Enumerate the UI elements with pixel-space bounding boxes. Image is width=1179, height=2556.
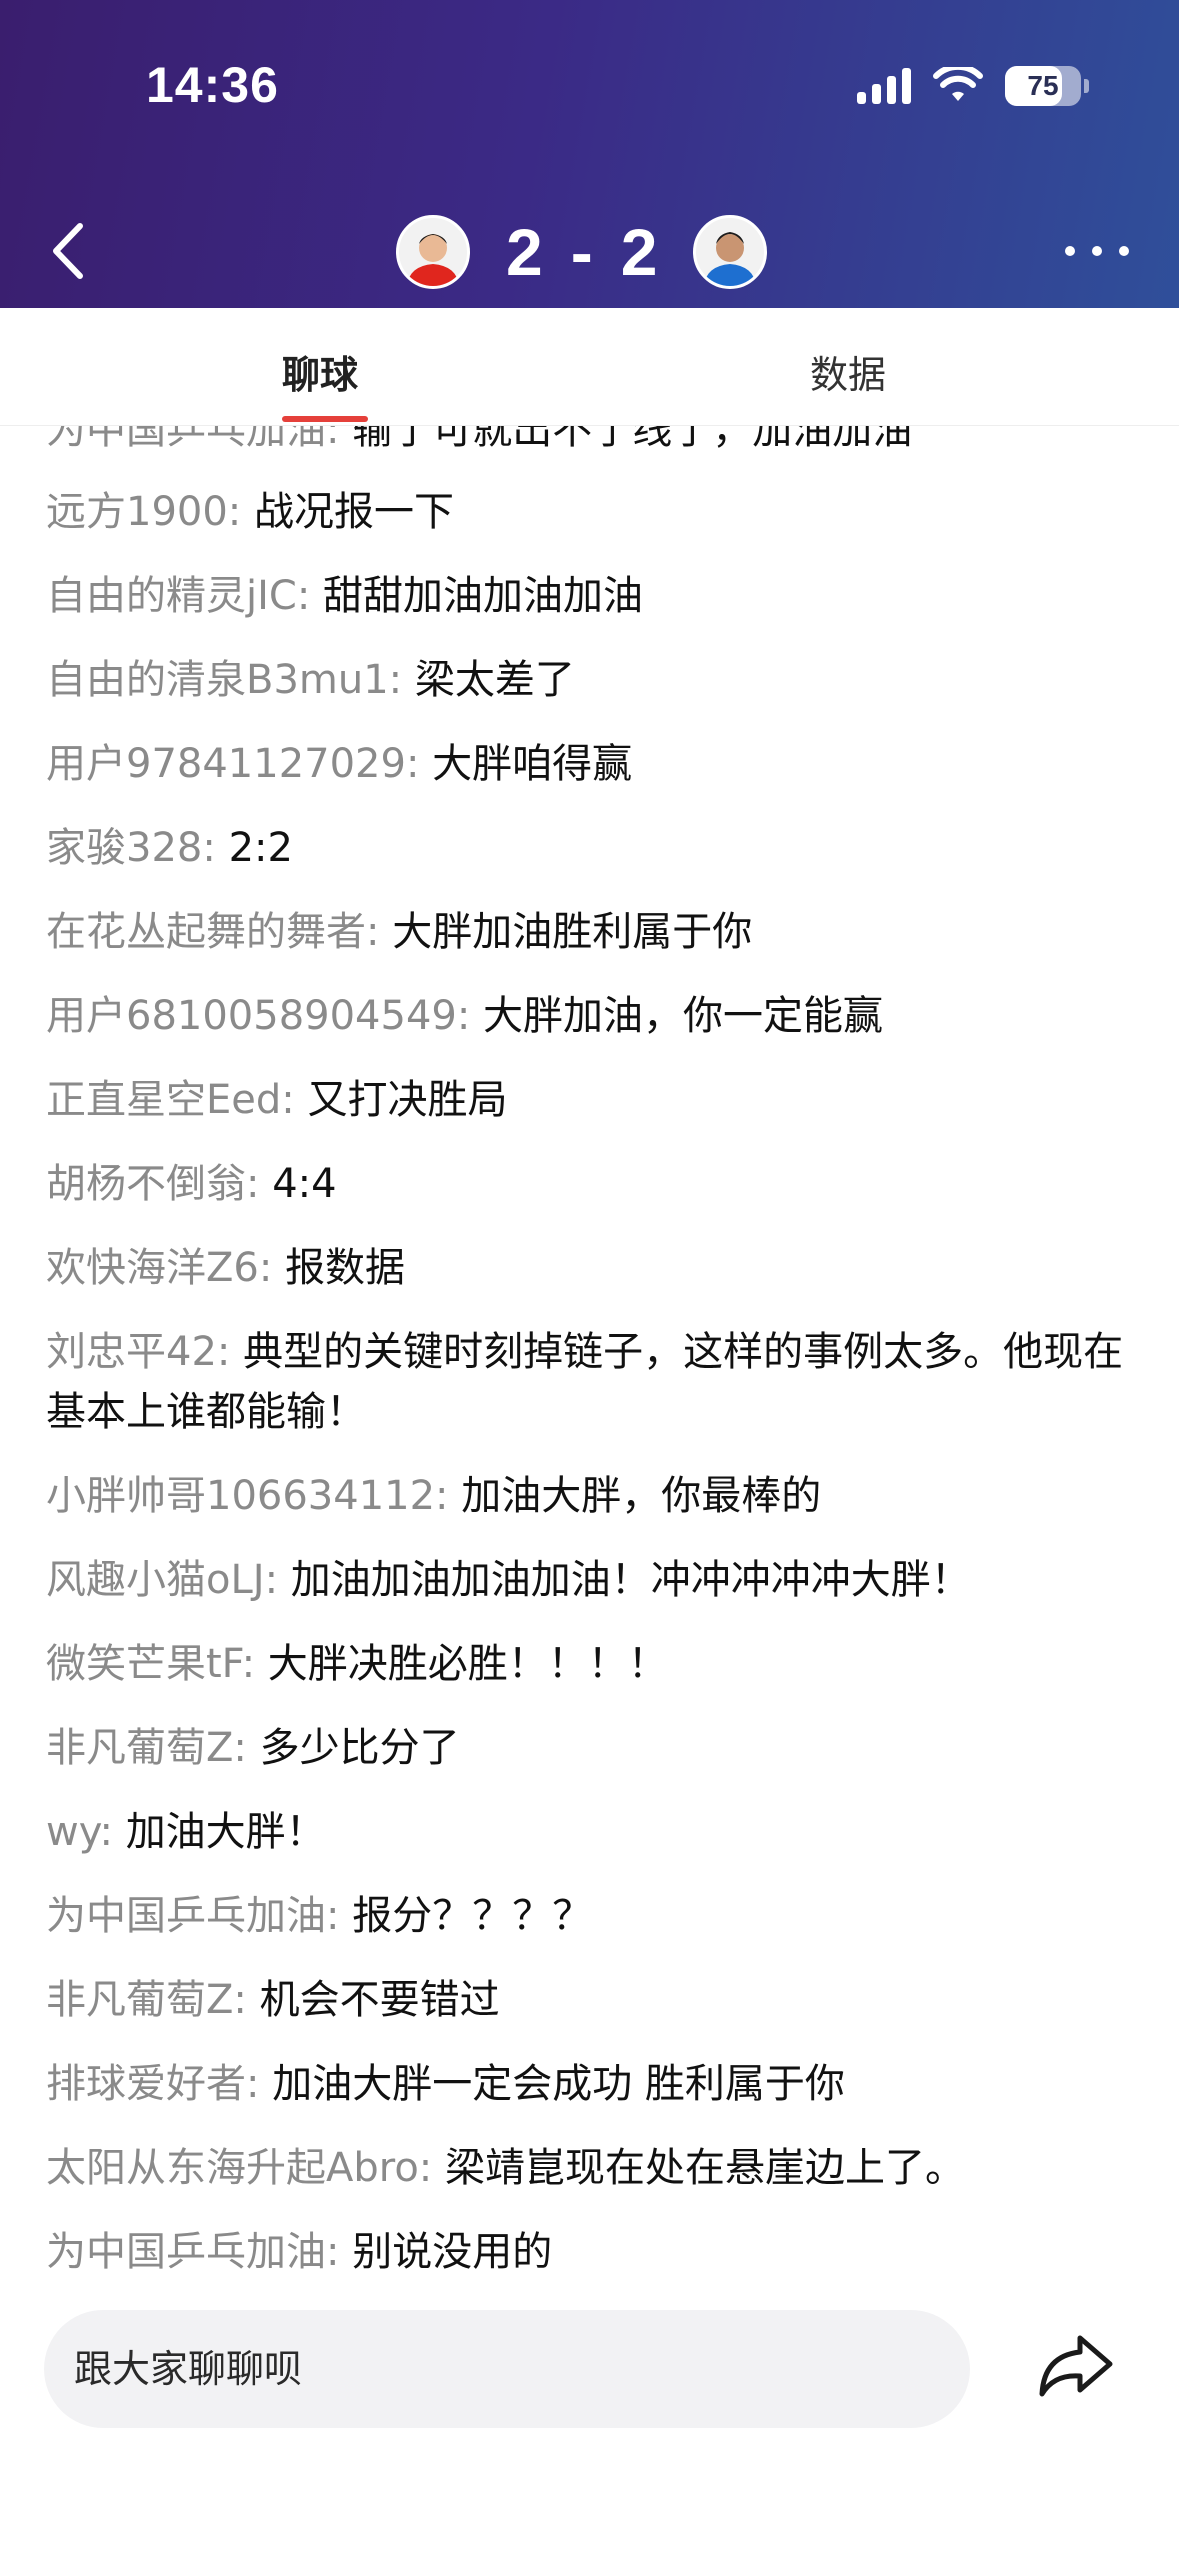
away-score: 2: [620, 215, 658, 289]
share-button[interactable]: [1030, 2320, 1120, 2410]
cellular-signal-icon: [857, 68, 911, 104]
chat-message: 自由的清泉B3mu1: 梁太差了: [46, 657, 575, 703]
status-icons: 75: [857, 62, 1089, 110]
status-time: 14:36: [146, 57, 279, 113]
message-text: 又打决胜局: [307, 1077, 508, 1123]
message-username[interactable]: 为中国乒乓加油: [46, 426, 326, 453]
message-username[interactable]: 在花丛起舞的舞者: [46, 909, 366, 955]
home-score: 2: [506, 215, 543, 289]
message-username[interactable]: 用户97841127029: [46, 741, 406, 787]
message-username[interactable]: 非凡葡萄Z: [46, 1977, 233, 2023]
message-username[interactable]: 微笑芒果tF: [46, 1641, 242, 1687]
message-text: 输了可就出不了线了，加油加油: [352, 426, 913, 453]
message-username[interactable]: 非凡葡萄Z: [46, 1725, 233, 1771]
chat-input-bar: [44, 2310, 970, 2428]
message-text: 甜甜加油加油加油: [323, 573, 644, 619]
more-menu-button[interactable]: [1065, 226, 1129, 276]
message-username[interactable]: 远方1900: [46, 489, 228, 535]
chat-message: 非凡葡萄Z: 多少比分了: [46, 1725, 460, 1771]
scoreboard: 2 - 2: [396, 214, 768, 290]
chat-message: 非凡葡萄Z: 机会不要错过: [46, 1977, 500, 2023]
message-text: 机会不要错过: [259, 1977, 500, 2023]
chat-message: 胡杨不倒翁: 4:4: [46, 1161, 337, 1207]
message-text: 加油大胖，你最棒的: [461, 1473, 822, 1519]
player-portrait-icon: [704, 232, 757, 286]
chat-message: 为中国乒乓加油: 输了可就出不了线了，加油加油: [46, 426, 1136, 460]
battery-icon: 75: [1005, 66, 1089, 106]
message-username[interactable]: wy: [46, 1809, 99, 1855]
message-username[interactable]: 为中国乒乓加油: [46, 1893, 326, 1939]
message-username[interactable]: 欢快海洋Z6: [46, 1245, 259, 1291]
back-button[interactable]: [44, 216, 94, 286]
message-text: 梁靖崑现在处在悬崖边上了。: [445, 2145, 965, 2191]
player-portrait-icon: [407, 234, 459, 286]
message-username[interactable]: 正直星空Eed: [46, 1077, 281, 1123]
message-username[interactable]: 用户6810058904549: [46, 993, 457, 1039]
more-dots-icon: [1065, 246, 1075, 256]
chat-message: 太阳从东海升起Abro: 梁靖崑现在处在悬崖边上了。: [46, 2145, 965, 2191]
message-username[interactable]: 自由的清泉B3mu1: [46, 657, 389, 703]
chat-message: 小胖帅哥106634112: 加油大胖，你最棒的: [46, 1473, 822, 1519]
message-username[interactable]: 家骏328: [46, 825, 202, 871]
message-username[interactable]: 太阳从东海升起Abro: [46, 2145, 419, 2191]
home-player-avatar[interactable]: [396, 215, 470, 289]
chat-message: 在花丛起舞的舞者: 大胖加油胜利属于你: [46, 909, 753, 955]
chat-message: 风趣小猫oLJ: 加油加油加油加油！冲冲冲冲冲大胖！: [46, 1557, 971, 1603]
chat-input[interactable]: [44, 2310, 970, 2428]
message-text: 多少比分了: [259, 1725, 460, 1771]
chat-message: 远方1900: 战况报一下: [46, 489, 454, 535]
match-score: 2 - 2: [506, 214, 657, 290]
message-text: 加油加油加油加油！冲冲冲冲冲大胖！: [290, 1557, 971, 1603]
message-text: 大胖决胜必胜！！！！: [267, 1641, 668, 1687]
match-header: 14:36 75 2 - 2: [0, 0, 1179, 308]
chat-message: wy: 加油大胖！: [46, 1809, 326, 1855]
message-text: 战况报一下: [254, 489, 454, 535]
message-username[interactable]: 自由的精灵jIC: [46, 573, 297, 619]
message-text: 加油大胖！: [125, 1809, 326, 1855]
message-text: 2:2: [228, 825, 293, 871]
message-username[interactable]: 为中国乒乓加油: [46, 2229, 326, 2272]
message-text: 梁太差了: [414, 657, 575, 703]
active-tab-indicator: [282, 416, 368, 422]
chat-message: 正直星空Eed: 又打决胜局: [46, 1077, 508, 1123]
battery-level: 75: [1027, 70, 1059, 101]
away-player-avatar[interactable]: [693, 215, 768, 289]
chat-message: 为中国乒乓加油: 报分？？？？: [46, 1893, 593, 1939]
tab-chat[interactable]: 聊球: [282, 344, 358, 399]
chat-message: 用户6810058904549: 大胖加油，你一定能赢: [46, 993, 884, 1039]
message-username[interactable]: 风趣小猫oLJ: [46, 1557, 265, 1603]
message-text: 大胖加油胜利属于你: [392, 909, 753, 955]
chat-message: 用户97841127029: 大胖咱得赢: [46, 741, 633, 787]
message-text: 别说没用的: [352, 2229, 553, 2272]
chat-message: 微笑芒果tF: 大胖决胜必胜！！！！: [46, 1641, 668, 1687]
chat-message: 排球爱好者: 加油大胖一定会成功 胜利属于你: [46, 2061, 845, 2107]
chat-message: 为中国乒乓加油: 别说没用的: [46, 2222, 1136, 2272]
message-text: 大胖咱得赢: [432, 741, 633, 787]
message-username[interactable]: 排球爱好者: [46, 2061, 246, 2107]
chat-message: 刘忠平42: 典型的关键时刻掉链子，这样的事例太多。他现在基本上谁都能输！: [46, 1329, 1124, 1435]
message-text: 大胖加油，你一定能赢: [483, 993, 884, 1039]
message-username[interactable]: 小胖帅哥106634112: [46, 1473, 435, 1519]
chat-message: 自由的精灵jIC: 甜甜加油加油加油: [46, 573, 644, 619]
tab-data[interactable]: 数据: [810, 344, 886, 399]
message-username[interactable]: 胡杨不倒翁: [46, 1161, 246, 1207]
score-separator: -: [570, 215, 593, 289]
chat-message-list[interactable]: 为中国乒乓加油: 输了可就出不了线了，加油加油 远方1900: 战况报一下 自由…: [0, 426, 1179, 2272]
chat-message: 欢快海洋Z6: 报数据: [46, 1245, 406, 1291]
message-username[interactable]: 刘忠平42: [46, 1329, 217, 1375]
wifi-icon: [933, 67, 983, 101]
tab-bar: 聊球 数据: [0, 308, 1179, 426]
message-text: 加油大胖一定会成功 胜利属于你: [272, 2061, 845, 2107]
message-text: 4:4: [272, 1161, 337, 1207]
message-text: 报分？？？？: [352, 1893, 593, 1939]
message-text: 报数据: [285, 1245, 406, 1291]
chat-message: 家骏328: 2:2: [46, 825, 293, 871]
